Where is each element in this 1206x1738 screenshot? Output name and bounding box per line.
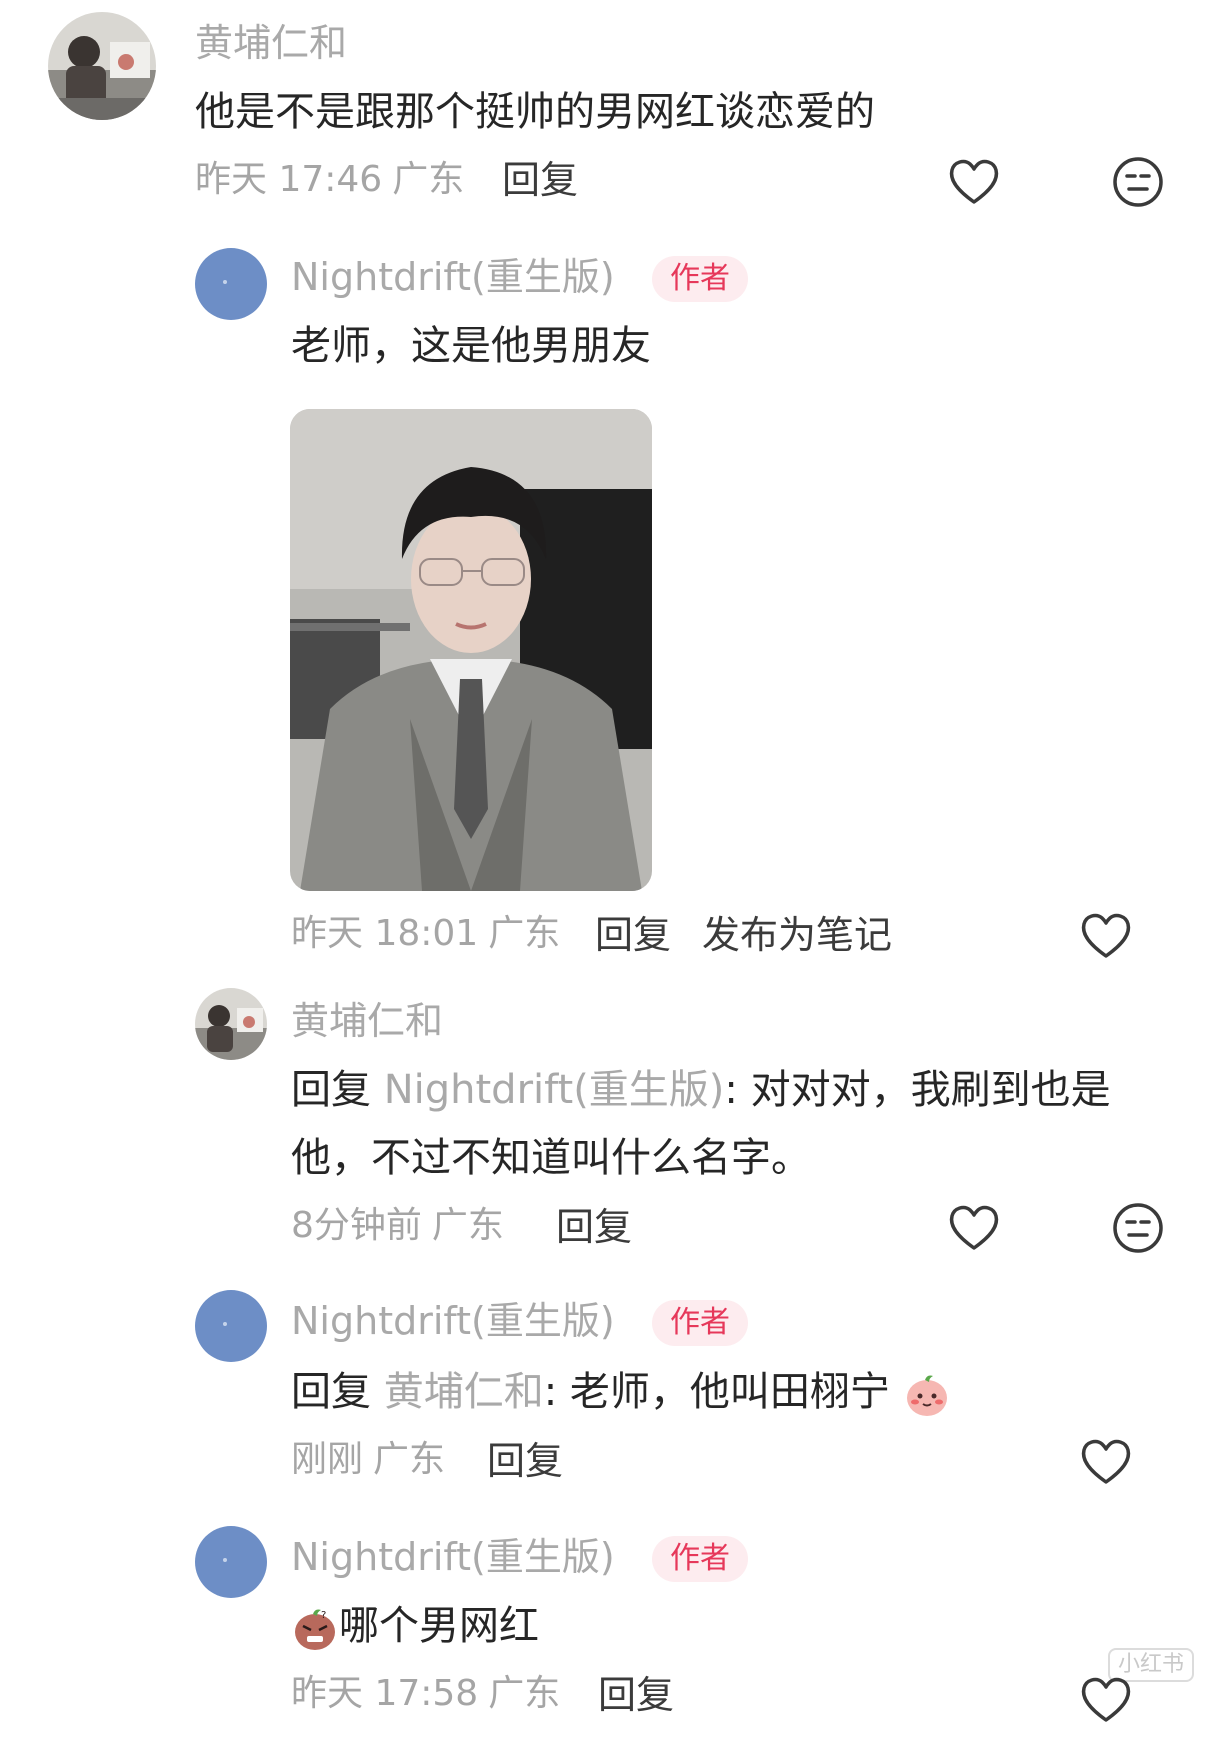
reply-prefix: 回复: [291, 1369, 371, 1415]
like-heart-icon[interactable]: [1078, 908, 1134, 964]
reply-meta: 8分钟前 广东: [291, 1208, 504, 1244]
reply-button[interactable]: 回复: [502, 161, 578, 199]
reply-button[interactable]: 回复: [595, 916, 671, 954]
reply-location: 广东: [488, 1673, 561, 1714]
reply-text: 老师，这是他男朋友: [291, 323, 651, 369]
like-heart-icon[interactable]: [1078, 1672, 1134, 1728]
reply-content: : 对对对，我刷到也是: [724, 1067, 1111, 1113]
reply-meta: 昨天 18:01 广东: [291, 916, 560, 952]
reply-meta: 昨天 17:58 广东: [291, 1676, 560, 1712]
comment-meta: 昨天 17:46 广东: [195, 162, 464, 198]
reply-photo[interactable]: [290, 409, 652, 891]
mention-link[interactable]: Nightdrift(重生版): [384, 1067, 725, 1113]
reply-time: 昨天 18:01: [291, 913, 479, 954]
reply-time: 昨天 17:58: [291, 1673, 479, 1714]
reply-username[interactable]: Nightdrift(重生版): [291, 1302, 615, 1340]
reply-button[interactable]: 回复: [598, 1676, 674, 1714]
reply-location: 广东: [373, 1439, 446, 1480]
comment-text: 他是不是跟那个挺帅的男网红谈恋爱的: [195, 89, 875, 135]
mention-link[interactable]: 黄埔仁和: [384, 1369, 544, 1415]
shy-peach-emoji-icon: [903, 1370, 951, 1418]
avatar[interactable]: [195, 1526, 267, 1598]
reply-time: 刚刚: [291, 1439, 364, 1480]
author-badge: 作者: [652, 256, 748, 302]
publish-as-note-button[interactable]: 发布为笔记: [702, 916, 892, 954]
comment-location: 广东: [392, 159, 465, 200]
reply-username[interactable]: Nightdrift(重生版): [291, 1538, 615, 1576]
reply-text: 回复 黄埔仁和: 老师，他叫田栩宁: [291, 1370, 951, 1418]
reply-button[interactable]: 回复: [556, 1208, 632, 1246]
like-heart-icon[interactable]: [946, 1200, 1002, 1256]
reply-username[interactable]: Nightdrift(重生版): [291, 258, 615, 296]
author-badge: 作者: [652, 1536, 748, 1582]
like-heart-icon[interactable]: [946, 154, 1002, 210]
reply-username[interactable]: 黄埔仁和: [291, 1002, 443, 1040]
author-badge: 作者: [652, 1300, 748, 1346]
dislike-face-icon[interactable]: [1110, 1200, 1166, 1256]
reply-location: 广东: [488, 913, 561, 954]
reply-text: ? 哪个男网红: [291, 1604, 539, 1652]
grumpy-peach-emoji-icon: ?: [291, 1604, 339, 1652]
avatar[interactable]: [195, 1290, 267, 1362]
reply-time: 8分钟前: [291, 1205, 422, 1246]
avatar[interactable]: [48, 12, 156, 120]
dislike-face-icon[interactable]: [1110, 154, 1166, 210]
reply-button[interactable]: 回复: [487, 1442, 563, 1480]
reply-content: : 老师，他叫田栩宁: [543, 1369, 890, 1415]
avatar[interactable]: [195, 248, 267, 320]
like-heart-icon[interactable]: [1078, 1434, 1134, 1490]
reply-prefix: 回复: [291, 1067, 371, 1113]
reply-text-line2: 他，不过不知道叫什么名字。: [291, 1135, 811, 1181]
svg-text:?: ?: [321, 1610, 326, 1621]
reply-text-line1: 回复 Nightdrift(重生版): 对对对，我刷到也是: [291, 1070, 1111, 1110]
reply-meta: 刚刚 广东: [291, 1442, 445, 1478]
avatar[interactable]: [195, 988, 267, 1060]
comment-time: 昨天 17:46: [195, 159, 383, 200]
comment-username[interactable]: 黄埔仁和: [195, 24, 347, 62]
reply-content: 哪个男网红: [339, 1603, 539, 1649]
reply-location: 广东: [431, 1205, 504, 1246]
